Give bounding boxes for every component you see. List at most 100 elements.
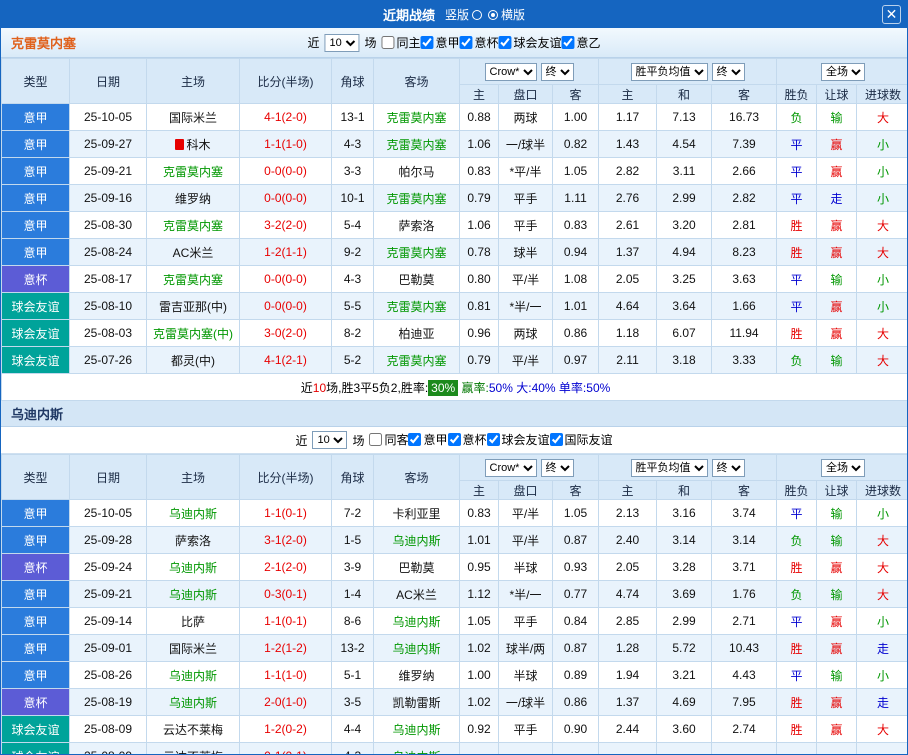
layout-horizontal-option[interactable]: 横版 [488,6,525,23]
filter-checkbox[interactable] [498,35,512,49]
filter-checkbox[interactable] [459,35,473,49]
odds-home: 0.79 [459,184,499,212]
scope-select[interactable]: 全场 [821,458,866,477]
avg-lose: 7.39 [711,130,778,158]
avg-type-select[interactable]: 胜平负均值 [630,458,708,477]
odds-away: 0.77 [551,580,600,608]
result-handicap: 赢 [816,607,858,635]
close-icon[interactable]: ✕ [882,5,901,24]
odds-home: 1.05 [459,607,499,635]
bookmaker-select[interactable]: Crow* [484,458,537,477]
radio-unselected-icon[interactable] [472,9,482,20]
layout-vertical-option[interactable]: 竖版 [445,6,482,23]
result-goals: 小 [856,130,907,158]
avg-win: 1.17 [598,103,658,131]
avg-draw: 4.94 [656,238,713,266]
result-outcome: 平 [776,607,818,635]
summary-part: 单率: [555,380,587,395]
filter-checkbox[interactable] [369,433,383,446]
radio-selected-icon[interactable] [488,9,498,20]
odds-stage-select[interactable]: 终 [540,62,574,81]
filter-option[interactable]: 意乙 [561,34,601,51]
odds-away: 0.83 [551,211,600,239]
match-date: 25-10-05 [69,499,147,527]
filter-checkbox[interactable] [381,35,395,49]
home-team: 乌迪内斯 [146,661,240,689]
col-score: 比分(半场) [239,58,332,104]
filter-option[interactable]: 意杯 [447,431,487,448]
filter-label: 意杯 [462,433,487,447]
sub-result-goals: 进球数 [856,480,907,500]
home-team: 都灵(中) [146,346,240,374]
filter-option[interactable]: 国际友谊 [549,431,613,448]
avg-win: 2.44 [598,715,658,743]
match-row: 意甲 25-09-27 科木 1-1(1-0) 4-3 克雷莫内塞 1.06 一/球半 0.82… [1,130,907,158]
filter-option[interactable]: 意甲 [420,34,460,51]
home-team: 云达不莱梅 [146,742,240,754]
result-goals: 大 [856,346,907,374]
avg-lose: 3.71 [711,553,778,581]
match-date: 25-07-26 [69,346,147,374]
filter-option[interactable]: 意甲 [408,431,448,448]
result-outcome: 平 [776,499,818,527]
result-handicap [816,742,858,754]
filter-option[interactable]: 球会友谊 [486,431,550,448]
match-date: 25-09-24 [69,553,147,581]
bookmaker-select[interactable]: Crow* [484,62,537,81]
filter-checkbox[interactable] [408,433,422,446]
result-goals: 大 [856,526,907,554]
odds-handicap: 两球 [498,103,553,131]
odds-handicap [498,742,553,754]
avg-stage-select[interactable]: 终 [711,458,745,477]
section-cremonese: 克雷莫内塞 近 10 场 同主 意甲 意杯 球会友谊 意乙 类型 日期 主场 比分(半场… [1,28,907,401]
odds-handicap: 球半/两 [498,634,553,662]
odds-home: 1.06 [459,130,499,158]
results-table: 类型 日期 主场 比分(半场) 角球 客场 Crow* 终 胜平负均值 终 全场… [1,58,907,401]
filter-option[interactable]: 球会友谊 [498,34,562,51]
filter-checkbox[interactable] [420,35,434,49]
away-team: 乌迪内斯 [373,526,460,554]
filter-bar: 近 10 场 同客 意甲 意杯 球会友谊 国际友谊 [1,427,907,454]
avg-win: 2.76 [598,184,658,212]
avg-win: 1.94 [598,661,658,689]
result-goals: 小 [856,265,907,293]
result-outcome: 胜 [776,634,818,662]
away-team: 乌迪内斯 [373,634,460,662]
corner-score: 9-2 [331,238,374,266]
odds-home: 0.78 [459,238,499,266]
avg-type-select[interactable]: 胜平负均值 [630,62,708,81]
filter-option[interactable]: 同客 [369,431,408,448]
avg-lose: 3.33 [711,346,778,374]
odds-away: 1.00 [551,103,600,131]
filter-checkbox[interactable] [549,433,563,446]
match-row: 球会友谊 25-08-09 云达不莱梅 1-2(0-2) 4-4 乌迪内斯 0.92 平手 0.… [1,715,907,743]
corner-score: 5-5 [331,292,374,320]
odds-handicap: 一/球半 [498,688,553,716]
match-count-select[interactable]: 10 [312,431,348,449]
filter-checkbox[interactable] [561,35,575,49]
filter-label: 球会友谊 [513,35,562,50]
avg-draw: 7.13 [656,103,713,131]
avg-draw: 3.60 [656,715,713,743]
summary-part: 40% [531,380,556,395]
match-row: 意甲 25-09-28 萨索洛 3-1(2-0) 1-5 乌迪内斯 1.01 平/半 0.87 2… [1,526,907,554]
odds-stage-select[interactable]: 终 [540,458,574,477]
home-team: AC米兰 [146,238,240,266]
avg-lose: 1.66 [711,292,778,320]
match-score: 0-0(0-0) [239,265,332,293]
avg-lose: 2.71 [711,607,778,635]
filter-option[interactable]: 意杯 [459,34,499,51]
filter-option[interactable]: 同主 [381,34,420,51]
avg-win: 2.82 [598,157,658,185]
scope-select[interactable]: 全场 [821,62,866,81]
filter-checkbox[interactable] [486,433,500,446]
match-count-select[interactable]: 10 [324,33,360,52]
corner-score: 4-4 [331,715,374,743]
avg-stage-select[interactable]: 终 [711,62,745,81]
result-handicap: 输 [816,580,858,608]
match-score: 4-1(2-1) [239,346,332,374]
match-score: 1-1(0-1) [239,607,332,635]
col-home: 主场 [146,454,240,500]
filter-label: 意甲 [435,35,460,50]
filter-checkbox[interactable] [447,433,461,446]
